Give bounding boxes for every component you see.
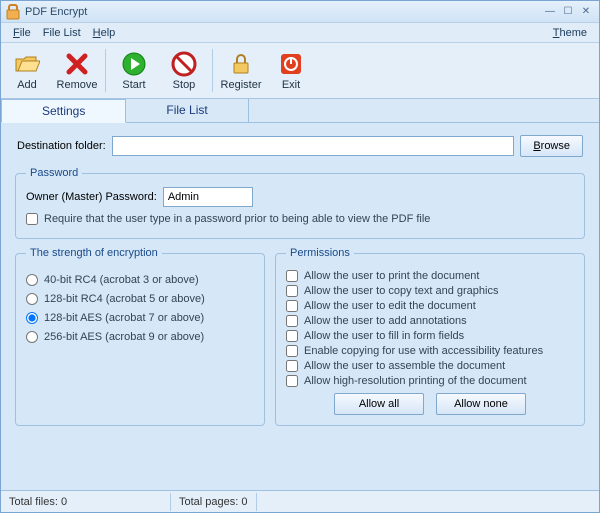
permission-checkbox[interactable] [286, 330, 298, 342]
stop-button[interactable]: Stop [160, 45, 208, 96]
add-button[interactable]: Add [3, 45, 51, 96]
tab-filelist[interactable]: File List [126, 99, 248, 122]
destination-input[interactable] [112, 136, 515, 156]
encryption-option-label: 256-bit AES (acrobat 9 or above) [44, 331, 204, 343]
permission-checkbox[interactable] [286, 285, 298, 297]
toolbar-separator [105, 49, 106, 92]
permission-checkbox[interactable] [286, 270, 298, 282]
permission-option-label: Allow the user to edit the document [304, 300, 476, 312]
permissions-legend: Permissions [286, 247, 354, 259]
close-button[interactable]: ✕ [577, 5, 595, 19]
permission-option[interactable]: Allow the user to copy text and graphics [286, 285, 574, 297]
window-title: PDF Encrypt [25, 6, 541, 18]
permission-option[interactable]: Enable copying for use with accessibilit… [286, 345, 574, 357]
permission-checkbox[interactable] [286, 300, 298, 312]
permission-option-label: Allow high-resolution printing of the do… [304, 375, 527, 387]
encryption-radio[interactable] [26, 331, 38, 343]
permission-checkbox[interactable] [286, 360, 298, 372]
start-button[interactable]: Start [110, 45, 158, 96]
register-button[interactable]: Register [217, 45, 265, 96]
power-icon [278, 51, 304, 77]
encryption-option-label: 40-bit RC4 (acrobat 3 or above) [44, 274, 199, 286]
allow-all-button[interactable]: Allow all [334, 393, 424, 415]
encryption-option[interactable]: 128-bit AES (acrobat 7 or above) [26, 312, 254, 324]
permission-option-label: Enable copying for use with accessibilit… [304, 345, 543, 357]
permission-option[interactable]: Allow the user to fill in form fields [286, 330, 574, 342]
permission-checkbox[interactable] [286, 315, 298, 327]
stop-icon [171, 51, 197, 77]
permission-option[interactable]: Allow the user to edit the document [286, 300, 574, 312]
password-group: Password Owner (Master) Password: Requir… [15, 167, 585, 239]
encryption-option[interactable]: 40-bit RC4 (acrobat 3 or above) [26, 274, 254, 286]
lock-icon [228, 51, 254, 77]
folder-open-icon [14, 51, 40, 77]
encryption-legend: The strength of encryption [26, 247, 162, 259]
encryption-option[interactable]: 256-bit AES (acrobat 9 or above) [26, 331, 254, 343]
tab-settings[interactable]: Settings [1, 99, 126, 123]
play-icon [121, 51, 147, 77]
permission-option-label: Allow the user to fill in form fields [304, 330, 464, 342]
owner-password-label: Owner (Master) Password: [26, 191, 157, 203]
browse-button[interactable]: Browse [520, 135, 583, 157]
minimize-button[interactable]: — [541, 5, 559, 19]
encryption-radio[interactable] [26, 293, 38, 305]
permission-option[interactable]: Allow the user to assemble the document [286, 360, 574, 372]
toolbar: Add Remove Start Stop Register Exit [1, 43, 599, 99]
maximize-button[interactable]: ☐ [559, 5, 577, 19]
password-legend: Password [26, 167, 82, 179]
encryption-radio[interactable] [26, 312, 38, 324]
settings-panel: Destination folder: Browse Password Owne… [1, 123, 599, 490]
permission-option[interactable]: Allow the user to add annotations [286, 315, 574, 327]
require-password-label: Require that the user type in a password… [44, 213, 430, 225]
status-total-pages: Total pages: 0 [171, 493, 257, 511]
menu-file[interactable]: File [7, 25, 37, 41]
encryption-option[interactable]: 128-bit RC4 (acrobat 5 or above) [26, 293, 254, 305]
permission-option-label: Allow the user to assemble the document [304, 360, 505, 372]
menu-theme[interactable]: Theme [547, 25, 593, 41]
menu-filelist[interactable]: File List [37, 25, 87, 41]
exit-button[interactable]: Exit [267, 45, 315, 96]
permission-checkbox[interactable] [286, 345, 298, 357]
permission-option[interactable]: Allow the user to print the document [286, 270, 574, 282]
encryption-option-label: 128-bit AES (acrobat 7 or above) [44, 312, 204, 324]
encryption-radio[interactable] [26, 274, 38, 286]
permission-option-label: Allow the user to print the document [304, 270, 479, 282]
require-password-row[interactable]: Require that the user type in a password… [26, 213, 574, 225]
permission-option-label: Allow the user to copy text and graphics [304, 285, 498, 297]
menu-help[interactable]: Help [87, 25, 122, 41]
title-bar: PDF Encrypt — ☐ ✕ [1, 1, 599, 23]
permission-option-label: Allow the user to add annotations [304, 315, 467, 327]
status-bar: Total files: 0 Total pages: 0 [1, 490, 599, 512]
remove-button[interactable]: Remove [53, 45, 101, 96]
permissions-group: Permissions Allow the user to print the … [275, 247, 585, 426]
app-window: PDF Encrypt — ☐ ✕ File File List Help Th… [0, 0, 600, 513]
allow-none-button[interactable]: Allow none [436, 393, 526, 415]
toolbar-separator [212, 49, 213, 92]
destination-label: Destination folder: [17, 140, 106, 152]
permission-checkbox[interactable] [286, 375, 298, 387]
permission-option[interactable]: Allow high-resolution printing of the do… [286, 375, 574, 387]
owner-password-input[interactable] [163, 187, 253, 207]
app-icon [5, 4, 21, 20]
encryption-group: The strength of encryption 40-bit RC4 (a… [15, 247, 265, 426]
tab-strip: Settings File List [1, 99, 599, 123]
encryption-option-label: 128-bit RC4 (acrobat 5 or above) [44, 293, 205, 305]
delete-x-icon [64, 51, 90, 77]
menu-bar: File File List Help Theme [1, 23, 599, 43]
status-total-files: Total files: 0 [1, 493, 171, 511]
require-password-checkbox[interactable] [26, 213, 38, 225]
